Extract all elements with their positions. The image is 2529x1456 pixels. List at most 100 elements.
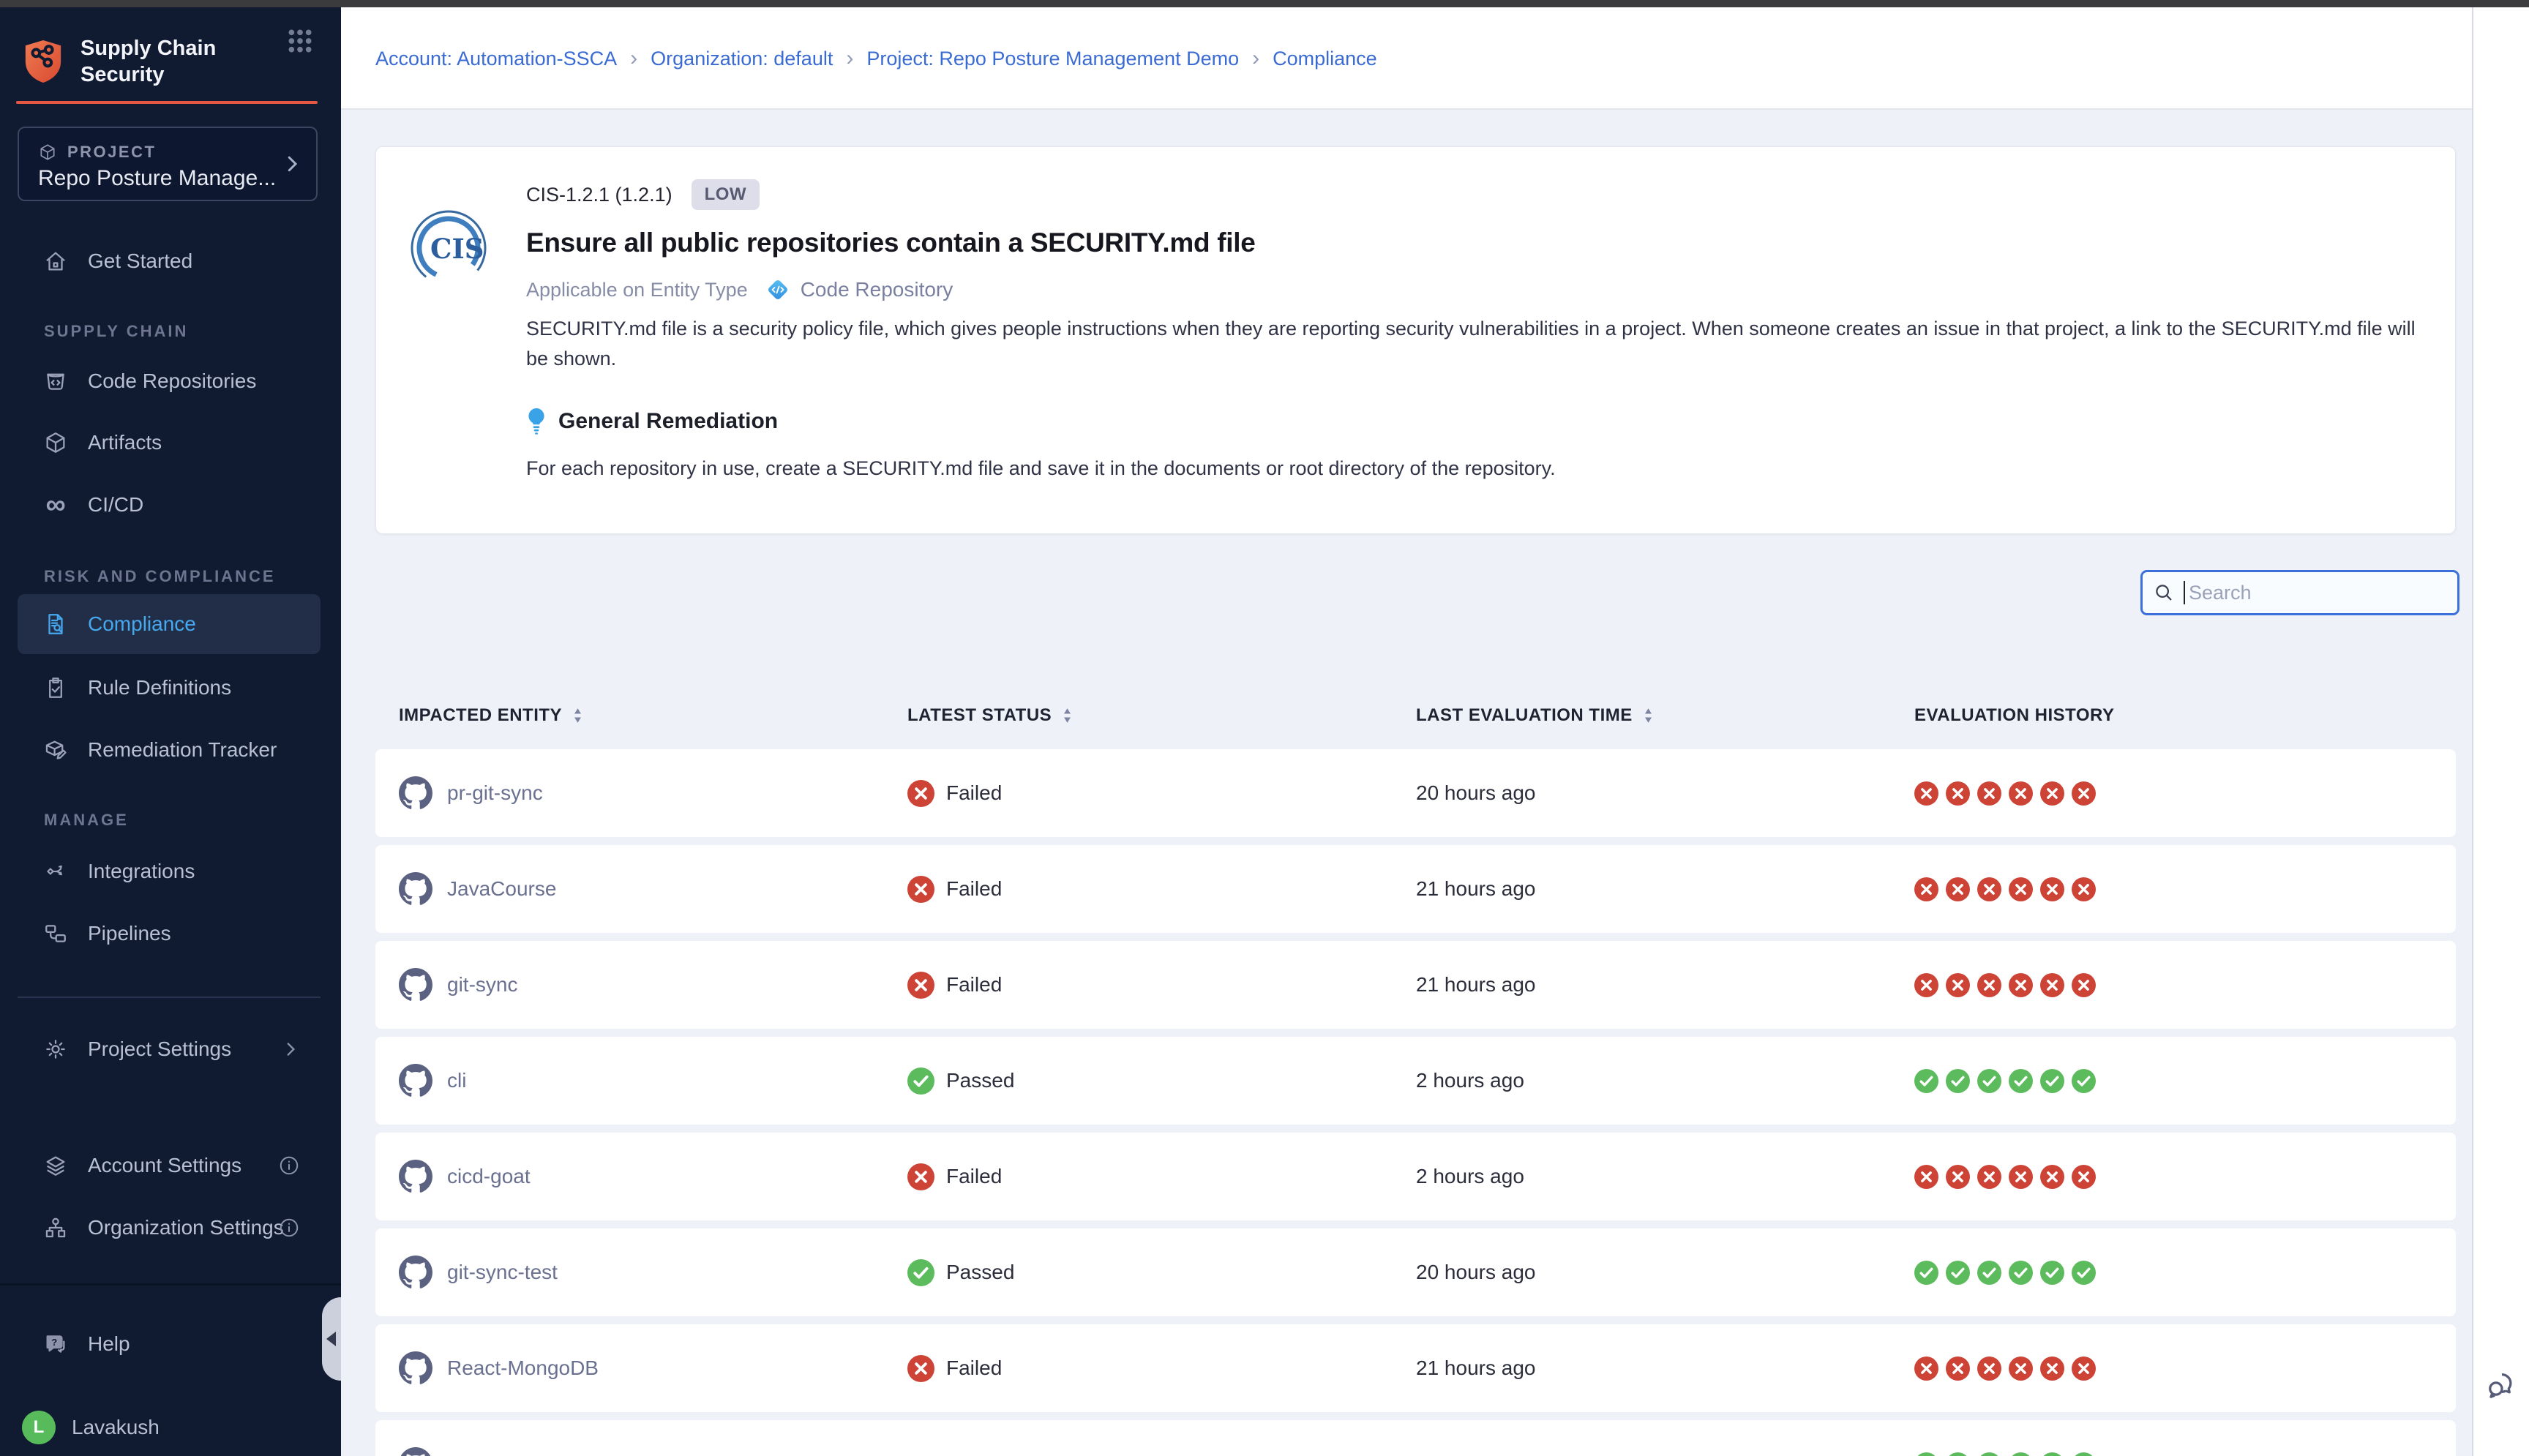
severity-badge: LOW — [692, 179, 760, 210]
svg-text:?: ? — [51, 1337, 57, 1348]
rule-title: Ensure all public repositories contain a… — [526, 228, 1256, 258]
cis-logo: CIS — [407, 204, 487, 292]
section-header-risk-compliance: RISK AND COMPLIANCE — [44, 566, 276, 587]
sidebar-item-code-repositories[interactable]: Code Repositories — [18, 358, 321, 405]
page-header: Account: Automation-SSCA › Organization:… — [341, 7, 2472, 110]
history-failed-icon — [2040, 1356, 2064, 1381]
sidebar-item-label: Get Started — [88, 249, 192, 273]
entity-cell[interactable] — [399, 1420, 447, 1456]
table-row[interactable]: cli Passed 2 hours ago — [375, 1037, 2456, 1125]
cube-icon — [42, 429, 69, 456]
sidebar-item-label: Compliance — [88, 612, 196, 636]
history-passed-icon — [2072, 1069, 2096, 1093]
table-row[interactable]: git-sync Failed 21 hours ago — [375, 941, 2456, 1029]
sidebar-item-organization-settings[interactable]: Organization Settings — [18, 1204, 321, 1251]
breadcrumb-account[interactable]: Account: Automation-SSCA — [375, 48, 617, 70]
table-row[interactable]: React-MongoDB Failed 21 hours ago — [375, 1324, 2456, 1412]
table-row[interactable]: JavaCourse Failed 21 hours ago — [375, 845, 2456, 933]
table-row[interactable]: cicd-goat Failed 2 hours ago — [375, 1133, 2456, 1220]
entity-cell[interactable]: git-sync-test — [399, 1228, 558, 1316]
github-icon — [399, 1351, 432, 1385]
sort-icon[interactable] — [572, 706, 583, 725]
user-menu[interactable]: L Lavakush — [0, 1404, 321, 1451]
project-selector[interactable]: PROJECT Repo Posture Manage... — [18, 127, 318, 201]
column-header-impacted-entity: IMPACTED ENTITY — [399, 700, 583, 731]
sidebar-item-rule-definitions[interactable]: Rule Definitions — [18, 664, 321, 711]
sidebar-item-pipelines[interactable]: Pipelines — [18, 910, 321, 957]
evaluation-history — [1914, 749, 2096, 837]
history-failed-icon — [1914, 781, 1938, 806]
rule-detail-card: CIS CIS-1.2.1 (1.2.1) LOW Ensure all pub… — [375, 146, 2456, 534]
entity-cell[interactable]: React-MongoDB — [399, 1324, 599, 1412]
sidebar-item-compliance[interactable]: Compliance — [18, 594, 321, 654]
sort-icon[interactable] — [1643, 706, 1654, 725]
history-passed-icon — [1946, 1452, 1970, 1456]
history-failed-icon — [1977, 973, 2001, 997]
sidebar-item-get-started[interactable]: Get Started — [18, 238, 321, 285]
history-passed-icon — [2072, 1452, 2096, 1456]
remediation-heading: General Remediation — [558, 409, 778, 434]
entity-cell[interactable]: cicd-goat — [399, 1133, 531, 1220]
entity-cell[interactable]: JavaCourse — [399, 845, 556, 933]
info-icon[interactable] — [278, 1155, 300, 1177]
sidebar-item-remediation-tracker[interactable]: Remediation Tracker — [18, 727, 321, 773]
project-name: Repo Posture Manage... — [38, 166, 276, 191]
box-pencil-icon — [42, 737, 69, 763]
clipboard-check-icon — [42, 675, 69, 701]
table-row[interactable]: git-sync-test Passed 20 hours ago — [375, 1228, 2456, 1316]
compliance-doc-search-icon — [42, 611, 69, 637]
status-cell: Passed — [907, 1228, 1014, 1316]
sidebar-item-cicd[interactable]: ∞ CI/CD — [18, 481, 321, 528]
entity-name: JavaCourse — [447, 877, 556, 901]
entity-type-row: Applicable on Entity Type Code Repositor… — [526, 276, 953, 304]
table-row[interactable] — [375, 1420, 2456, 1456]
status-cell — [907, 1420, 946, 1456]
breadcrumb-compliance[interactable]: Compliance — [1273, 48, 1377, 70]
github-icon — [399, 968, 432, 1002]
info-icon[interactable] — [278, 1217, 300, 1239]
sidebar-item-label: Code Repositories — [88, 369, 256, 393]
chat-support-icon[interactable] — [2484, 1367, 2520, 1403]
history-failed-icon — [1977, 877, 2001, 901]
breadcrumb: Account: Automation-SSCA › Organization:… — [375, 7, 1377, 110]
entity-cell[interactable]: cli — [399, 1037, 466, 1125]
history-passed-icon — [2009, 1069, 2033, 1093]
evaluation-history — [1914, 941, 2096, 1029]
sidebar-item-integrations[interactable]: Integrations — [18, 848, 321, 895]
history-failed-icon — [2072, 1356, 2096, 1381]
app-grid-icon[interactable] — [285, 26, 315, 56]
sidebar-collapse-handle[interactable] — [322, 1297, 341, 1381]
history-failed-icon — [1914, 973, 1938, 997]
table-row[interactable]: pr-git-sync Failed 20 hours ago — [375, 749, 2456, 837]
sidebar-item-label: CI/CD — [88, 493, 143, 517]
breadcrumb-project[interactable]: Project: Repo Posture Management Demo — [866, 48, 1239, 70]
github-icon — [399, 1447, 432, 1456]
rule-description: SECURITY.md file is a security policy fi… — [526, 314, 2421, 374]
history-failed-icon — [1946, 1356, 1970, 1381]
search-input[interactable] — [2186, 581, 2432, 605]
sidebar-item-project-settings[interactable]: Project Settings — [18, 1026, 321, 1073]
history-passed-icon — [1977, 1261, 2001, 1285]
breadcrumb-organization[interactable]: Organization: default — [651, 48, 833, 70]
status-label: Failed — [946, 781, 1002, 805]
sidebar-item-label: Help — [88, 1332, 130, 1356]
sidebar-item-help[interactable]: ? Help — [18, 1321, 321, 1367]
sidebar-item-artifacts[interactable]: Artifacts — [18, 419, 321, 466]
status-cell: Failed — [907, 1133, 1002, 1220]
section-header-manage: MANAGE — [44, 810, 129, 830]
history-failed-icon — [1977, 1165, 2001, 1189]
sidebar-item-account-settings[interactable]: Account Settings — [18, 1142, 321, 1189]
entity-cell[interactable]: git-sync — [399, 941, 517, 1029]
history-passed-icon — [1914, 1452, 1938, 1456]
sidebar-item-label: Artifacts — [88, 431, 162, 454]
status-label: Failed — [946, 973, 1002, 997]
app-root: Supply Chain Security PROJECT Repo Postu… — [0, 0, 2529, 1456]
evaluation-time: 21 hours ago — [1416, 1324, 1535, 1412]
history-passed-icon — [1977, 1452, 2001, 1456]
entity-name: git-sync-test — [447, 1261, 558, 1284]
entity-cell[interactable]: pr-git-sync — [399, 749, 543, 837]
sort-icon[interactable] — [1062, 706, 1073, 725]
search-icon — [2153, 582, 2175, 604]
app-title: Supply Chain Security — [80, 35, 216, 88]
sidebar-item-label: Remediation Tracker — [88, 738, 277, 762]
